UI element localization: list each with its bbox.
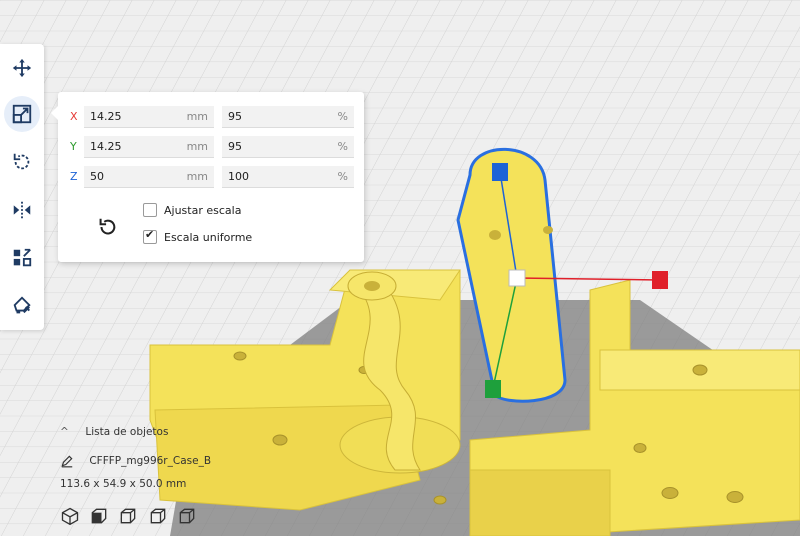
pencil-icon xyxy=(61,455,73,468)
y-mm-input[interactable]: 14.25 mm xyxy=(84,136,214,158)
per-model-settings-button[interactable] xyxy=(4,240,40,276)
object-dimensions: 113.6 x 54.9 x 50.0 mm xyxy=(60,478,187,490)
gizmo-center-handle[interactable] xyxy=(508,269,526,287)
scale-tool-button[interactable] xyxy=(4,96,40,132)
z-mm-input[interactable]: 50 mm xyxy=(84,166,214,188)
scale-panel: X 14.25 mm 95% Y 14.25 mm 95% Z 50 mm 100% … xyxy=(51,92,364,262)
object-list-header[interactable]: ^ Lista de objetos xyxy=(60,426,260,438)
3d-view-icon[interactable] xyxy=(60,506,80,526)
snap-scaling-checkbox[interactable] xyxy=(143,203,157,217)
object-list-item[interactable]: CFFFP_mg996r_Case_B xyxy=(60,454,300,468)
scale-icon xyxy=(12,104,32,124)
uniform-scaling-label: Escala uniforme xyxy=(164,231,253,244)
z-axis-label: Z xyxy=(70,170,78,183)
tool-toolbar xyxy=(0,44,44,330)
gizmo-x-handle[interactable] xyxy=(652,271,668,289)
x-percent-input[interactable]: 95% xyxy=(222,106,354,128)
support-blocker-icon xyxy=(13,296,31,314)
left-view-icon[interactable] xyxy=(148,506,168,526)
support-blocker-button[interactable] xyxy=(4,288,40,324)
y-axis-label: Y xyxy=(70,140,77,153)
x-mm-input[interactable]: 14.25 mm xyxy=(84,106,214,128)
x-axis-label: X xyxy=(70,110,78,123)
y-percent-input[interactable]: 95% xyxy=(222,136,354,158)
rotate-tool-button[interactable] xyxy=(4,144,40,180)
move-tool-button[interactable] xyxy=(4,50,40,86)
right-view-icon[interactable] xyxy=(177,506,197,526)
move-icon xyxy=(12,58,32,78)
object-name: CFFFP_mg996r_Case_B xyxy=(89,455,212,467)
gizmo-y-handle[interactable] xyxy=(485,380,501,398)
rotate-icon xyxy=(13,153,30,170)
checkmark-icon: ✔ xyxy=(145,228,155,241)
snap-scaling-label: Ajustar escala xyxy=(164,204,242,217)
gizmo-z-handle[interactable] xyxy=(492,163,508,181)
front-view-icon[interactable] xyxy=(89,506,109,526)
chevron-up-icon: ^ xyxy=(60,426,69,438)
mirror-tool-button[interactable] xyxy=(4,192,40,228)
reset-icon[interactable] xyxy=(96,216,118,238)
mirror-icon xyxy=(13,201,31,219)
uniform-scaling-checkbox[interactable]: ✔ xyxy=(143,228,157,244)
z-percent-input[interactable]: 100% xyxy=(222,166,354,188)
top-view-icon[interactable] xyxy=(118,506,138,526)
per-model-settings-icon xyxy=(13,248,32,267)
